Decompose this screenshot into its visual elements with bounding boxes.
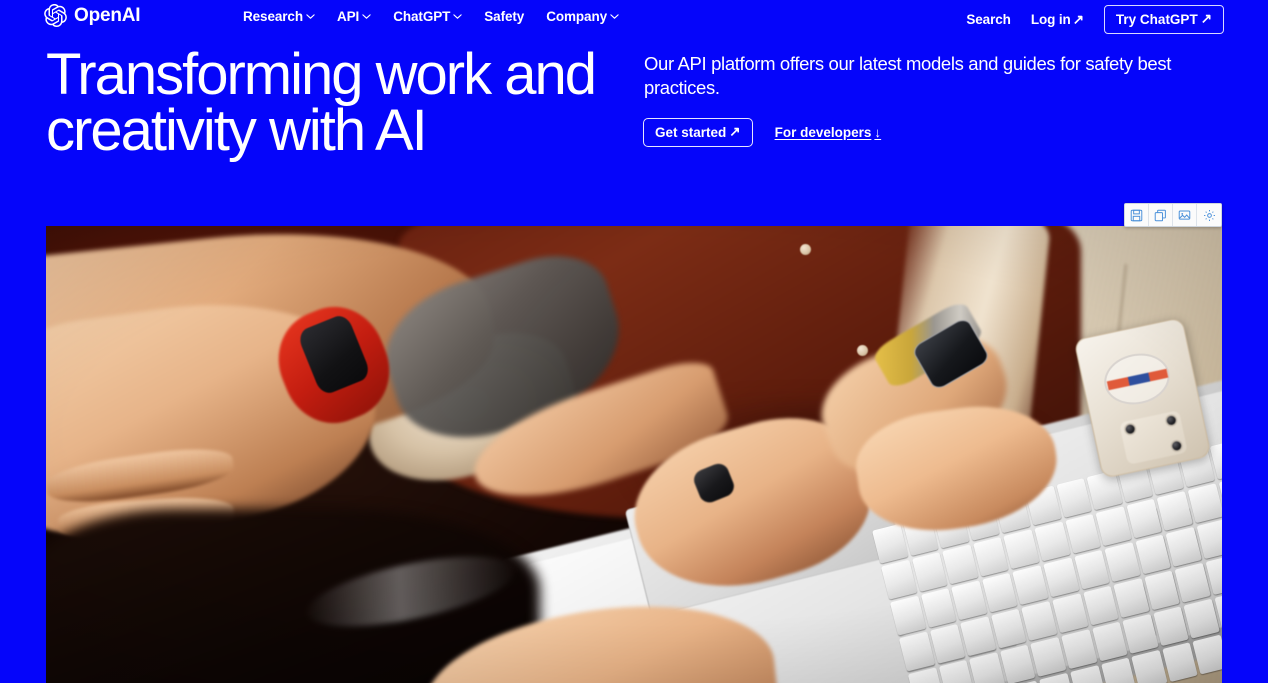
nav-item-company-label: Company [546,9,608,24]
chevron-down-icon [453,12,462,21]
login-link[interactable]: Log in ↗ [1031,12,1084,28]
image-hover-toolbar [1124,203,1222,227]
for-developers-link[interactable]: For developers ↓ [775,125,882,140]
openai-logo-icon [44,3,67,28]
chevron-down-icon [306,12,315,21]
nav-actions: Search Log in ↗ Try ChatGPT ↗ [966,5,1224,34]
hero-subtitle: Our API platform offers our latest model… [644,53,1172,98]
get-started-label: Get started [655,124,727,140]
nav-item-api[interactable]: API [337,9,371,24]
arrow-up-right-icon: ↗ [1072,11,1084,27]
try-chatgpt-button[interactable]: Try ChatGPT ↗ [1103,5,1224,34]
primary-nav-links: Research API ChatGPT Safety Company [243,9,619,24]
top-navigation-bar: OpenAI Research API ChatGPT Safety Compa… [0,0,1268,34]
hero-photograph [46,226,1222,683]
chevron-down-icon [610,12,619,21]
copy-icon[interactable] [1149,204,1173,226]
nav-item-chatgpt[interactable]: ChatGPT [393,9,462,24]
hero-image [46,226,1222,683]
nav-item-safety-label: Safety [484,9,525,24]
nav-item-company[interactable]: Company [546,9,619,24]
arrow-up-right-icon: ↗ [729,124,741,139]
login-label: Log in [1030,12,1071,27]
nav-item-research[interactable]: Research [243,9,315,24]
try-chatgpt-label: Try ChatGPT [1115,11,1198,27]
nav-item-research-label: Research [243,9,303,24]
image-icon[interactable] [1173,204,1197,226]
arrow-down-icon: ↓ [874,125,882,140]
nav-item-safety[interactable]: Safety [484,9,524,24]
settings-gear-icon[interactable] [1197,204,1221,226]
search-button[interactable]: Search [966,12,1011,27]
arrow-up-right-icon: ↗ [1200,11,1212,26]
nav-item-chatgpt-label: ChatGPT [393,9,451,24]
search-label: Search [966,12,1011,27]
chevron-down-icon [362,12,371,21]
get-started-button[interactable]: Get started ↗ [643,118,753,147]
brand-name-label: OpenAI [74,5,141,26]
hero-cta-group: Get started ↗ For developers ↓ [643,118,881,147]
page-title: Transforming work and creativity with AI [46,42,597,163]
save-icon[interactable] [1125,204,1149,226]
nav-item-api-label: API [337,9,360,24]
openai-brand-logo-link[interactable]: OpenAI [44,3,141,28]
for-developers-label: For developers [774,125,872,140]
